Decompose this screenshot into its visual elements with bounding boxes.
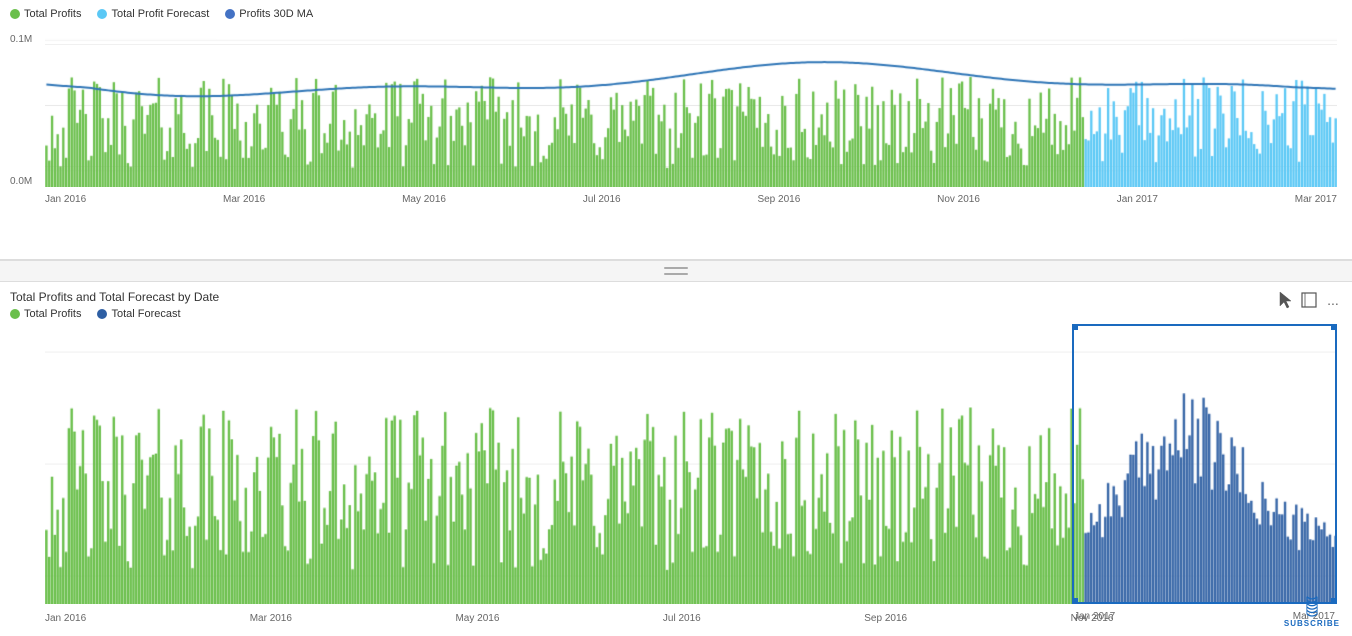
bottom-legend-label-total-forecast: Total Forecast: [111, 308, 180, 320]
bottom-x-label-1: Mar 2016: [250, 613, 292, 624]
bottom-x-label-2: May 2016: [455, 613, 499, 624]
top-y-label-low: 0.0M: [10, 176, 32, 187]
bottom-x-label-3: Jul 2016: [663, 613, 701, 624]
dna-icon: [1302, 595, 1322, 619]
top-x-label-0: Jan 2016: [45, 194, 86, 205]
top-y-label-high: 0.1M: [10, 34, 32, 45]
top-x-label-4: Sep 2016: [757, 194, 800, 205]
top-chart-legend: Total Profits Total Profit Forecast Prof…: [10, 8, 1342, 20]
legend-label-total-profits: Total Profits: [24, 8, 81, 20]
top-x-label-5: Nov 2016: [937, 194, 980, 205]
top-chart-inner: [45, 24, 1337, 187]
top-chart-area: 0.1M 0.0M: [10, 24, 1342, 209]
chart-divider[interactable]: [0, 260, 1352, 282]
legend-dot-light-blue: [97, 9, 107, 19]
top-x-label-7: Mar 2017: [1295, 194, 1337, 205]
bottom-chart-toolbar: ...: [1278, 290, 1342, 310]
bottom-legend-total-forecast: Total Forecast: [97, 308, 180, 320]
bottom-legend-total-profits: Total Profits: [10, 308, 81, 320]
legend-total-profit-forecast: Total Profit Forecast: [97, 8, 209, 20]
bottom-x-axis-labels: Jan 2016 Mar 2016 May 2016 Jul 2016 Sep …: [45, 613, 1337, 624]
cursor-arrow-icon: [1278, 290, 1294, 310]
top-x-label-6: Jan 2017: [1117, 194, 1158, 205]
divider-line-1: [664, 267, 688, 269]
legend-dot-green: [10, 9, 20, 19]
top-x-label-1: Mar 2016: [223, 194, 265, 205]
bottom-chart-area-container: Jan 2016 Mar 2016 May 2016 Jul 2016 Sep …: [45, 324, 1337, 624]
legend-total-profits: Total Profits: [10, 8, 81, 20]
bottom-chart-panel: Total Profits and Total Forecast by Date…: [0, 282, 1352, 636]
divider-line-2: [664, 273, 688, 275]
bottom-legend-label-total-profits: Total Profits: [24, 308, 81, 320]
bottom-legend-dot-dark-blue: [97, 309, 107, 319]
legend-label-profits-30d-ma: Profits 30D MA: [239, 8, 313, 20]
top-x-axis-labels: Jan 2016 Mar 2016 May 2016 Jul 2016 Sep …: [45, 194, 1337, 205]
legend-dot-blue: [225, 9, 235, 19]
bottom-x-label-0: Jan 2016: [45, 613, 86, 624]
subscribe-watermark: SUBSCRIBE: [1284, 595, 1340, 628]
bottom-x-label-4: Sep 2016: [864, 613, 907, 624]
top-x-label-2: May 2016: [402, 194, 446, 205]
legend-label-total-profit-forecast: Total Profit Forecast: [111, 8, 209, 20]
expand-icon[interactable]: [1300, 291, 1318, 309]
top-chart-panel: Total Profits Total Profit Forecast Prof…: [0, 0, 1352, 260]
bottom-chart-legend: Total Profits Total Forecast: [10, 308, 1342, 320]
more-options-button[interactable]: ...: [1324, 291, 1342, 309]
legend-profits-30d-ma: Profits 30D MA: [225, 8, 313, 20]
top-chart-canvas: [45, 24, 1337, 187]
bottom-x-label-5: Nov 2016: [1071, 613, 1114, 624]
main-container: Total Profits Total Profit Forecast Prof…: [0, 0, 1352, 636]
bottom-chart-title: Total Profits and Total Forecast by Date: [10, 290, 1342, 304]
subscribe-label: SUBSCRIBE: [1284, 619, 1340, 628]
bottom-legend-dot-green: [10, 309, 20, 319]
bottom-chart-canvas: [45, 324, 1337, 604]
expand-svg: [1301, 292, 1317, 308]
top-x-label-3: Jul 2016: [583, 194, 621, 205]
divider-handle[interactable]: [664, 267, 688, 275]
